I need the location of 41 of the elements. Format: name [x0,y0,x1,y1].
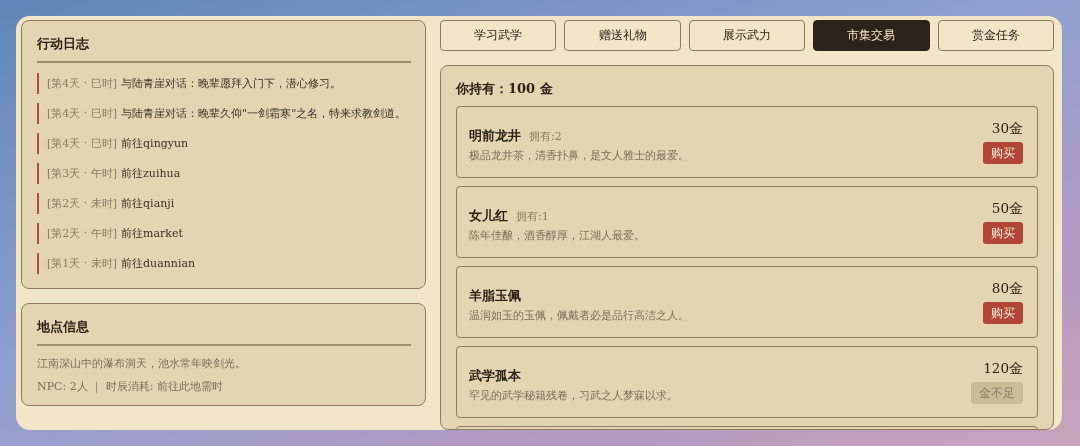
tab[interactable]: 展示武力 [688,20,806,51]
log-text: 前往qingyun [121,137,189,150]
log-text: 前往zuihua [121,167,181,180]
log-text: 与陆青崖对话：晚辈久仰"一剑霜寒"之名，特来求教剑道。 [121,107,407,120]
log-text: 前往market [121,227,183,240]
buy-button[interactable]: 购买 [983,222,1023,244]
panel-title: 地点信息 [37,318,411,346]
log-time: [第4天 · 巳时] [47,137,118,150]
log-time: [第4天 · 巳时] [47,107,118,120]
item-price: 30金 [991,120,1023,138]
location-description: 江南深山中的瀑布洞天，池水常年映剑光。 [37,356,247,371]
log-text: 前往qianji [121,197,175,210]
buy-button[interactable]: 购买 [983,302,1023,324]
log-text: 与陆青崖对话：晚辈愿拜入门下，潜心修习。 [121,77,342,90]
location-meta: NPC: 2人 ｜ 时辰消耗: 前往此地需时 [37,379,224,394]
money-balance: 你持有：100 金 [456,80,554,98]
owned-count: 拥有:1 [516,209,549,224]
item-price: 120金 [983,360,1023,378]
item-description: 极品龙井茶，清香扑鼻，是文人雅士的最爱。 [469,148,689,163]
item-description: 罕见的武学秘籍残卷，习武之人梦寐以求。 [469,388,678,403]
log-time: [第3天 · 午时] [47,167,118,180]
item-name: 明前龙井 [469,127,521,145]
tab[interactable]: 赏金任务 [937,20,1055,51]
log-time: [第2天 · 午时] [47,227,118,240]
item-price: 50金 [991,200,1023,218]
tab[interactable]: 赠送礼物 [564,20,681,51]
buy-button[interactable]: 购买 [983,142,1023,164]
item-name: 女儿红 [469,207,508,225]
owned-count: 拥有:2 [529,129,562,144]
log-time: [第2天 · 未时] [47,197,118,210]
log-text: 前往duannian [121,257,196,270]
tab[interactable]: 市集交易 [813,20,930,51]
panel-title: 行动日志 [37,35,411,63]
item-price: 80金 [991,280,1023,298]
item-description: 陈年佳酿，酒香醇厚，江湖人最爱。 [469,228,645,243]
item-name: 羊脂玉佩 [469,287,521,305]
item-description: 温润如玉的玉佩，佩戴者必是品行高洁之人。 [469,308,689,323]
log-time: [第1天 · 未时] [47,257,118,270]
log-time: [第4天 · 巳时] [47,77,118,90]
tab[interactable]: 学习武学 [440,20,557,51]
item-name: 武学孤本 [469,367,521,385]
